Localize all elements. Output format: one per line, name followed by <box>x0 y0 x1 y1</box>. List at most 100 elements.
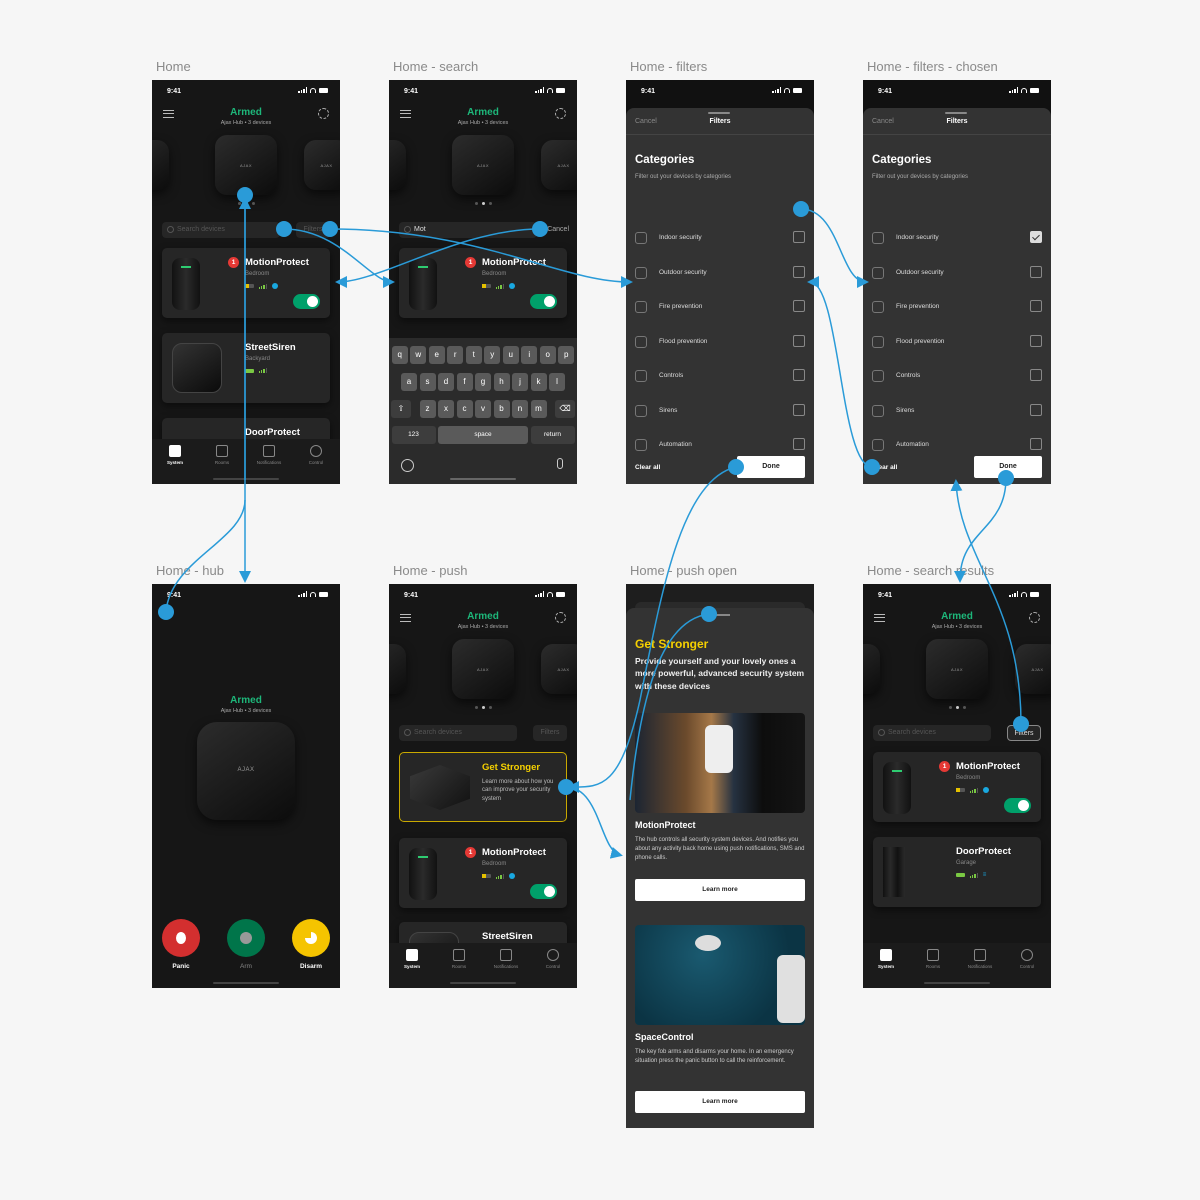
key-d[interactable]: d <box>438 373 454 391</box>
category-row[interactable]: Indoor security <box>872 231 1042 247</box>
done-button[interactable]: Done <box>737 456 805 478</box>
hub-carousel-item-active[interactable]: AJAX <box>926 639 988 699</box>
category-checkbox[interactable] <box>793 265 805 278</box>
category-checkbox[interactable] <box>793 300 805 312</box>
tab-notifications[interactable]: Notifications <box>486 949 526 969</box>
return-key[interactable]: return <box>530 426 575 444</box>
hub-carousel-item[interactable]: AJAX <box>1015 644 1051 694</box>
device-toggle[interactable] <box>530 294 557 309</box>
tab-rooms[interactable]: Rooms <box>439 949 479 969</box>
key-f[interactable]: f <box>456 373 473 391</box>
tab-system[interactable]: System <box>392 949 432 969</box>
category-row[interactable]: Controls <box>872 369 1042 385</box>
clear-all-button[interactable]: Clear all <box>872 464 897 471</box>
category-checkbox[interactable] <box>793 231 805 243</box>
key-w[interactable]: w <box>410 346 427 364</box>
device-toggle[interactable] <box>1004 798 1031 813</box>
category-row[interactable]: Flood prevention <box>635 334 805 351</box>
key-r[interactable]: r <box>447 346 464 364</box>
hub-carousel-item[interactable]: AJAX <box>541 644 577 694</box>
category-row[interactable]: Outdoor security <box>635 265 805 282</box>
category-row[interactable]: Outdoor security <box>872 265 1042 282</box>
hub-carousel-item[interactable]: AJAX <box>541 140 577 190</box>
category-checkbox[interactable] <box>1030 300 1042 312</box>
settings-gear-icon[interactable] <box>318 108 329 119</box>
key-o[interactable]: o <box>539 346 556 364</box>
key-l[interactable]: l <box>549 373 565 391</box>
space-key[interactable]: space <box>438 426 528 444</box>
key-y[interactable]: y <box>484 346 501 364</box>
key-t[interactable]: t <box>465 346 482 364</box>
numbers-key[interactable]: 123 <box>391 426 436 444</box>
clear-all-button[interactable]: Clear all <box>635 464 660 471</box>
hub-carousel-item-active[interactable]: AJAX <box>215 135 277 195</box>
tab-control[interactable]: Control <box>1007 949 1047 969</box>
search-input[interactable]: Mot <box>399 222 537 238</box>
hub-carousel-item[interactable]: AJAX <box>863 644 880 694</box>
category-checkbox[interactable] <box>793 334 805 347</box>
device-card-doorprotect[interactable]: DoorProtect Garage ≡ <box>873 837 1041 907</box>
category-checkbox[interactable] <box>793 403 805 416</box>
key-j[interactable]: j <box>512 373 528 391</box>
emoji-icon[interactable] <box>401 459 414 472</box>
key-a[interactable]: a <box>401 373 417 391</box>
device-card-streetsiren[interactable]: StreetSiren Backyard <box>162 333 330 403</box>
arm-button[interactable] <box>227 919 265 957</box>
filters-button-active[interactable]: Filters <box>1007 725 1041 741</box>
device-card-motionprotect[interactable]: 1 MotionProtect Bedroom <box>162 248 330 318</box>
category-checkbox[interactable] <box>1030 231 1042 243</box>
category-row[interactable]: Flood prevention <box>872 334 1042 351</box>
disarm-button[interactable] <box>292 919 330 957</box>
key-h[interactable]: h <box>493 373 510 391</box>
key-b[interactable]: b <box>493 400 510 418</box>
backspace-key[interactable]: ⌫ <box>555 400 575 418</box>
tab-system[interactable]: System <box>866 949 906 969</box>
category-checkbox[interactable] <box>1030 334 1042 347</box>
key-p[interactable]: p <box>558 346 575 364</box>
search-input[interactable]: Search devices <box>873 725 991 741</box>
hub-carousel-item[interactable]: AJAX <box>389 140 406 190</box>
key-u[interactable]: u <box>502 346 519 364</box>
hub-carousel-item[interactable]: AJAX <box>304 140 340 190</box>
shift-key[interactable]: ⇧ <box>391 400 411 418</box>
key-k[interactable]: k <box>530 373 547 391</box>
key-z[interactable]: z <box>419 400 436 418</box>
key-c[interactable]: c <box>456 400 473 418</box>
category-checkbox[interactable] <box>793 438 805 450</box>
cancel-search-button[interactable]: Cancel <box>547 226 569 233</box>
category-row[interactable]: Indoor security <box>635 231 805 247</box>
filters-button[interactable]: Filters <box>533 725 567 741</box>
category-checkbox[interactable] <box>1030 403 1042 416</box>
search-input[interactable]: Search devices <box>162 222 280 238</box>
key-n[interactable]: n <box>512 400 528 418</box>
sheet-grabber[interactable] <box>710 614 730 616</box>
hub-carousel-item-active[interactable]: AJAX <box>452 639 514 699</box>
learn-more-button[interactable]: Learn more <box>635 1091 805 1113</box>
key-i[interactable]: i <box>521 346 538 364</box>
key-s[interactable]: s <box>419 373 436 391</box>
device-card-motionprotect[interactable]: 1 MotionProtect Bedroom <box>399 838 567 908</box>
key-v[interactable]: v <box>475 400 491 418</box>
settings-gear-icon[interactable] <box>555 108 566 119</box>
tab-notifications[interactable]: Notifications <box>960 949 1000 969</box>
tab-notifications[interactable]: Notifications <box>249 445 289 465</box>
device-toggle[interactable] <box>293 294 320 309</box>
key-x[interactable]: x <box>438 400 454 418</box>
settings-gear-icon[interactable] <box>555 612 566 623</box>
device-card-motionprotect[interactable]: 1 MotionProtect Bedroom <box>399 248 567 318</box>
category-row[interactable]: Sirens <box>635 403 805 420</box>
tab-rooms[interactable]: Rooms <box>913 949 953 969</box>
tab-control[interactable]: Control <box>533 949 573 969</box>
hub-carousel-item[interactable]: AJAX <box>152 140 169 190</box>
filters-button[interactable]: Filters <box>296 222 330 238</box>
key-e[interactable]: e <box>428 346 445 364</box>
category-row[interactable]: Controls <box>635 369 805 385</box>
tab-rooms[interactable]: Rooms <box>202 445 242 465</box>
search-input[interactable]: Search devices <box>399 725 517 741</box>
panic-button[interactable] <box>162 919 200 957</box>
category-checkbox[interactable] <box>1030 369 1042 381</box>
category-row[interactable]: Fire prevention <box>635 300 805 316</box>
key-q[interactable]: q <box>391 346 408 364</box>
hub-carousel-item[interactable]: AJAX <box>389 644 406 694</box>
key-m[interactable]: m <box>530 400 547 418</box>
